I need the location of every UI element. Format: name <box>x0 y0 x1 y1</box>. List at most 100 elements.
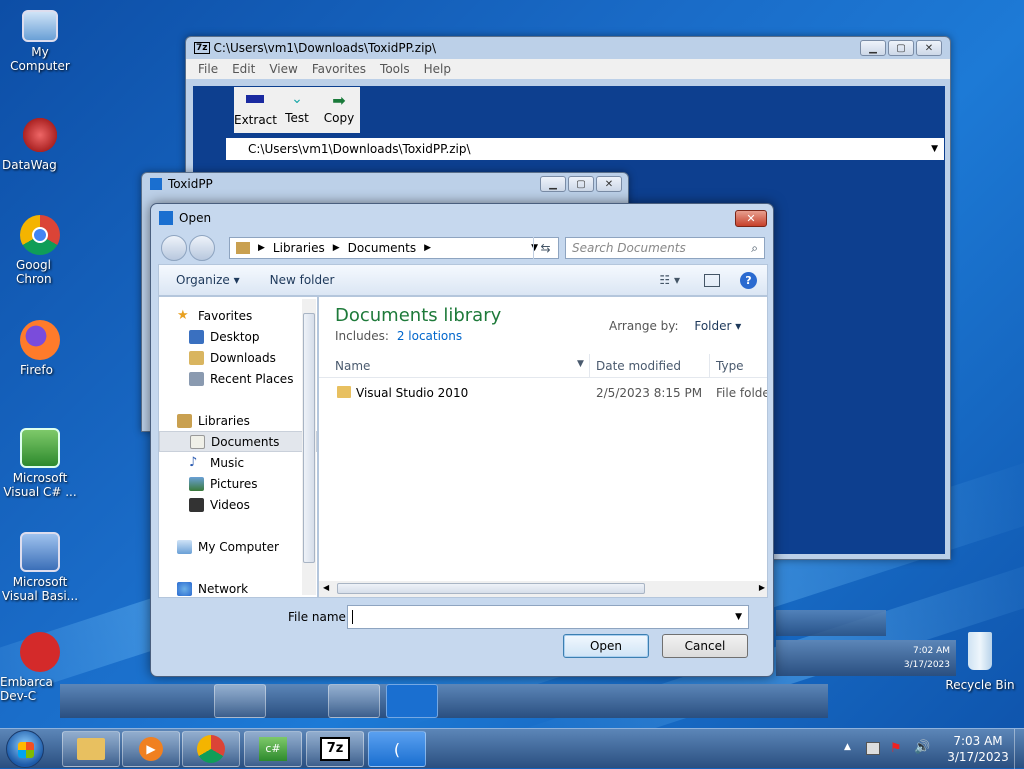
taskbar-chrome[interactable] <box>182 731 240 767</box>
maximize-button[interactable]: ▢ <box>888 40 914 56</box>
desktop-icon-recycle-bin[interactable]: Recycle Bin <box>940 632 1020 692</box>
open-dialog: Open ✕ ▶ Libraries ▶ Documents ▶ ▼ ⇆ Sea… <box>150 203 774 677</box>
extract-button[interactable]: Extract <box>234 87 277 133</box>
sevenzip-icon: 7z <box>320 737 350 761</box>
media-player-icon: ▶ <box>139 737 163 761</box>
dialog-title: Open <box>179 211 212 225</box>
menu-favorites[interactable]: Favorites <box>312 62 366 76</box>
forward-button[interactable] <box>189 235 215 261</box>
preview-pane-icon[interactable] <box>704 273 720 287</box>
nav-videos[interactable]: Videos <box>177 494 317 515</box>
help-icon[interactable]: ? <box>740 271 757 289</box>
library-title: Documents library <box>335 305 502 326</box>
datawag-icon <box>20 115 60 155</box>
scroll-right-icon[interactable]: ▶ <box>759 583 765 592</box>
cancel-button[interactable]: Cancel <box>662 634 748 658</box>
clock-time: 7:03 AM <box>953 734 1003 748</box>
new-folder-button[interactable]: New folder <box>270 273 335 287</box>
breadcrumb-documents[interactable]: Documents <box>348 241 416 255</box>
close-button[interactable]: ✕ <box>735 209 767 227</box>
filename-input[interactable]: ▼ <box>347 605 749 629</box>
close-button[interactable]: ✕ <box>916 40 942 56</box>
menu-edit[interactable]: Edit <box>232 62 255 76</box>
nav-music[interactable]: ♪ Music <box>177 452 317 473</box>
chevron-down-icon[interactable]: ▼ <box>931 144 938 154</box>
refresh-button[interactable]: ⇆ <box>533 237 557 259</box>
network-tray-icon[interactable] <box>866 742 880 755</box>
desktop-icon-chrome[interactable]: Googl Chron <box>0 215 80 286</box>
nav-my-computer[interactable]: My Computer <box>177 536 317 557</box>
show-desktop-button[interactable] <box>1014 729 1024 769</box>
arrange-row: Arrange by: Folder ▾ <box>609 319 742 333</box>
volume-icon[interactable]: 🔊 <box>914 740 930 755</box>
extract-icon <box>246 95 264 103</box>
view-options-icon[interactable]: ☷ ▾ <box>659 273 680 287</box>
show-hidden-icons[interactable]: ▲ <box>844 742 851 752</box>
action-center-icon[interactable]: ⚑ <box>890 741 902 756</box>
dialog-app-icon <box>159 211 173 225</box>
desktop-icon-my-computer[interactable]: My Computer <box>0 10 80 73</box>
open-button[interactable]: Open <box>563 634 649 658</box>
nav-pictures[interactable]: Pictures <box>177 473 317 494</box>
chevron-down-icon[interactable]: ▼ <box>735 612 742 622</box>
search-input[interactable]: Search Documents ⌕ <box>565 237 765 259</box>
menu-tools[interactable]: Tools <box>380 62 410 76</box>
minimize-button[interactable]: ▁ <box>860 40 886 56</box>
computer-icon <box>177 539 192 554</box>
nav-recent-places[interactable]: Recent Places <box>177 368 317 389</box>
column-headers: Name ▼ Date modified Type <box>319 354 767 378</box>
sevenzip-path-bar[interactable]: C:\Users\vm1\Downloads\ToxidPP.zip\ ▼ <box>226 138 944 160</box>
column-date-modified[interactable]: Date modified <box>596 359 681 373</box>
copy-button[interactable]: ➡ Copy <box>318 87 360 133</box>
toxidpp-titlebar: ToxidPP ▁ ▢ ✕ <box>142 173 628 195</box>
ghost-taskbar: 7:02 AM 3/17/2023 <box>776 640 956 676</box>
taskbar-explorer[interactable] <box>62 731 120 767</box>
menu-help[interactable]: Help <box>424 62 451 76</box>
nav-downloads[interactable]: Downloads <box>177 347 317 368</box>
chrome-icon <box>197 735 225 763</box>
close-button[interactable]: ✕ <box>596 176 622 192</box>
clock[interactable]: 7:03 AM 3/17/2023 <box>940 733 1016 765</box>
maximize-button[interactable]: ▢ <box>568 176 594 192</box>
windows-logo-icon <box>18 742 34 758</box>
includes-link[interactable]: 2 locations <box>397 329 462 343</box>
nav-libraries[interactable]: Libraries <box>177 410 317 431</box>
back-button[interactable] <box>161 235 187 261</box>
nav-scrollbar[interactable] <box>302 299 316 595</box>
recent-places-icon <box>189 371 204 386</box>
menu-file[interactable]: File <box>198 62 218 76</box>
sevenzip-app-icon: 7z <box>194 42 210 54</box>
scroll-left-icon[interactable]: ◀ <box>323 583 329 592</box>
taskbar-media-player[interactable]: ▶ <box>122 731 180 767</box>
nav-documents[interactable]: Documents <box>159 431 317 452</box>
menu-view[interactable]: View <box>269 62 297 76</box>
desktop-icon-datawag[interactable]: DataWag <box>0 115 80 172</box>
nav-desktop[interactable]: Desktop <box>177 326 317 347</box>
taskbar-7zip[interactable]: 7z <box>306 731 364 767</box>
desktop-icon-firefox[interactable]: Firefo <box>0 320 80 377</box>
nav-favorites[interactable]: ★ Favorites <box>177 305 317 326</box>
recycle-bin-icon <box>968 632 992 670</box>
start-button[interactable] <box>6 730 44 768</box>
taskbar-visual-csharp[interactable]: c# <box>244 731 302 767</box>
dialog-titlebar: Open ✕ <box>151 204 773 232</box>
horizontal-scrollbar[interactable]: ◀ ▶ <box>319 581 767 597</box>
breadcrumb-libraries[interactable]: Libraries <box>273 241 325 255</box>
column-type[interactable]: Type <box>716 359 744 373</box>
file-row[interactable]: Visual Studio 2010 2/5/2023 8:15 PM File… <box>319 383 767 405</box>
minimize-button[interactable]: ▁ <box>540 176 566 192</box>
desktop-icon <box>189 329 204 344</box>
test-button[interactable]: ⌄ Test <box>276 87 318 133</box>
address-bar[interactable]: ▶ Libraries ▶ Documents ▶ ▼ <box>229 237 559 259</box>
nav-network[interactable]: Network <box>177 578 317 597</box>
desktop-icon-visual-csharp[interactable]: Microsoft Visual C# ... <box>0 428 80 499</box>
organize-button[interactable]: Organize ▾ <box>176 273 240 287</box>
ghost-7z-button <box>328 684 380 718</box>
column-name[interactable]: Name <box>335 359 370 373</box>
desktop-icon-visual-basic[interactable]: Microsoft Visual Basi... <box>0 532 80 603</box>
chevron-down-icon[interactable]: ▼ <box>577 359 584 369</box>
arrange-dropdown[interactable]: Folder ▾ <box>694 319 741 333</box>
taskbar-toxidpp[interactable]: ( <box>368 731 426 767</box>
file-date: 2/5/2023 8:15 PM <box>596 386 703 400</box>
libraries-icon <box>177 413 192 428</box>
